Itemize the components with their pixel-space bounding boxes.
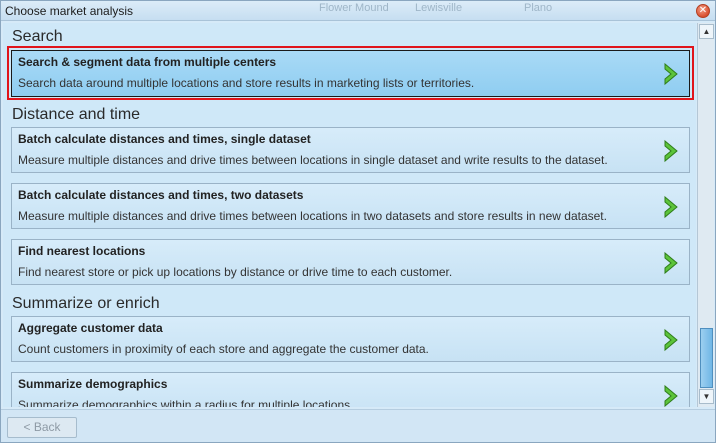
chevron-right-icon bbox=[664, 62, 678, 86]
card-description: Count customers in proximity of each sto… bbox=[18, 342, 429, 356]
vertical-scrollbar[interactable]: ▲ ▼ bbox=[697, 23, 714, 407]
card-batch-single[interactable]: Batch calculate distances and times, sin… bbox=[11, 127, 690, 173]
card-description: Find nearest store or pick up locations … bbox=[18, 265, 453, 279]
section-header-distance: Distance and time bbox=[12, 106, 141, 123]
card-title: Find nearest locations bbox=[18, 244, 146, 258]
map-label-plano: Plano bbox=[524, 2, 553, 14]
card-title: Aggregate customer data bbox=[18, 321, 163, 335]
scrollbar-thumb[interactable] bbox=[700, 328, 713, 388]
scroll-up-icon[interactable]: ▲ bbox=[699, 24, 714, 39]
close-icon[interactable]: ✕ bbox=[696, 4, 710, 18]
card-batch-two[interactable]: Batch calculate distances and times, two… bbox=[11, 183, 690, 229]
card-description: Measure multiple distances and drive tim… bbox=[18, 209, 607, 223]
market-analysis-dialog: Flower Mound Lewisville Plano Choose mar… bbox=[0, 0, 716, 443]
chevron-right-icon bbox=[664, 139, 678, 163]
chevron-right-icon bbox=[664, 251, 678, 275]
dialog-footer: < Back bbox=[1, 409, 715, 442]
scroll-down-icon[interactable]: ▼ bbox=[699, 389, 714, 404]
chevron-right-icon bbox=[664, 328, 678, 352]
card-find-nearest[interactable]: Find nearest locations Find nearest stor… bbox=[11, 239, 690, 285]
section-header-search: Search bbox=[12, 28, 63, 45]
card-title: Search & segment data from multiple cent… bbox=[18, 55, 277, 69]
back-button[interactable]: < Back bbox=[7, 417, 77, 438]
title-bar[interactable]: Flower Mound Lewisville Plano Choose mar… bbox=[1, 1, 715, 21]
chevron-right-icon bbox=[664, 384, 678, 407]
card-summarize-demographics[interactable]: Summarize demographics Summarize demogra… bbox=[11, 372, 690, 407]
card-description: Measure multiple distances and drive tim… bbox=[18, 153, 608, 167]
map-label-lewisville: Lewisville bbox=[415, 2, 463, 14]
card-aggregate-customer[interactable]: Aggregate customer data Count customers … bbox=[11, 316, 690, 362]
card-title: Batch calculate distances and times, two… bbox=[18, 188, 304, 202]
card-search-segment[interactable]: Search & segment data from multiple cent… bbox=[11, 50, 690, 97]
card-title: Batch calculate distances and times, sin… bbox=[18, 132, 311, 146]
section-header-summarize: Summarize or enrich bbox=[12, 295, 160, 312]
analysis-list: Search Search & segment data from multip… bbox=[3, 23, 696, 407]
card-title: Summarize demographics bbox=[18, 377, 168, 391]
card-description: Search data around multiple locations an… bbox=[18, 76, 475, 90]
chevron-right-icon bbox=[664, 195, 678, 219]
dialog-title: Choose market analysis bbox=[5, 4, 134, 18]
map-label-flower-mound: Flower Mound bbox=[319, 2, 389, 14]
card-description: Summarize demographics within a radius f… bbox=[18, 398, 354, 407]
